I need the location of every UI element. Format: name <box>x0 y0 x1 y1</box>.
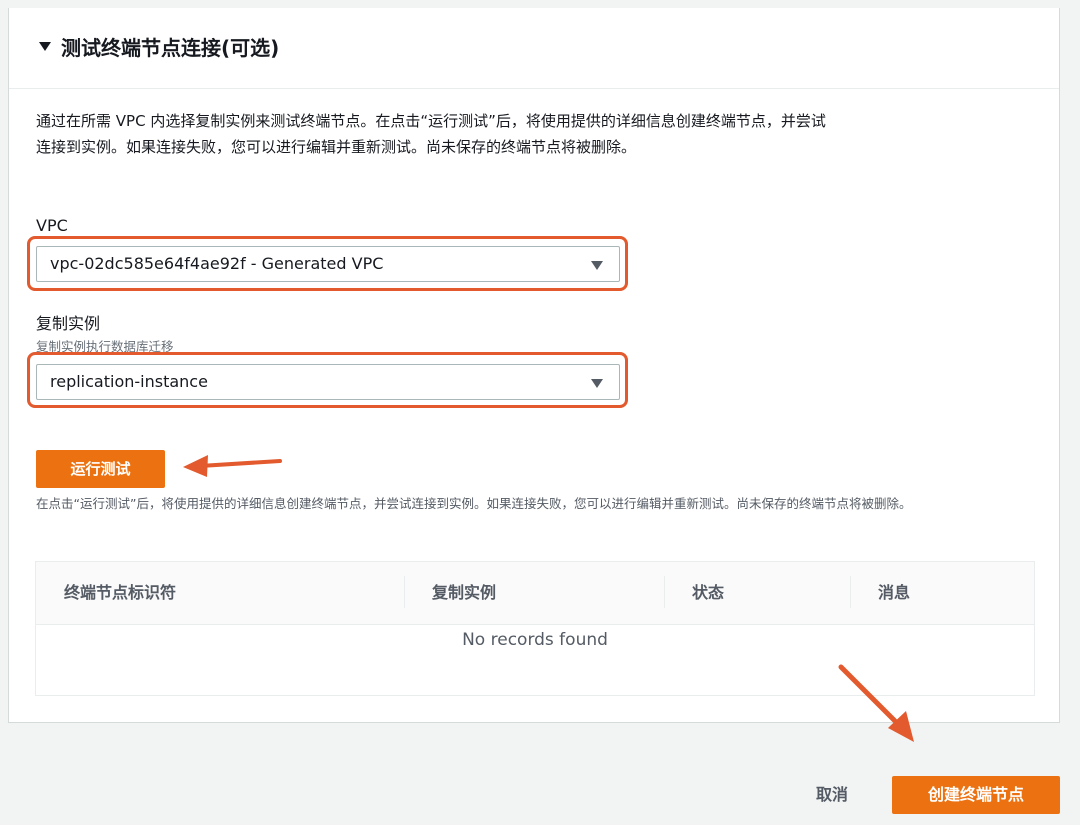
vpc-label: VPC <box>36 216 68 235</box>
column-header-status[interactable]: 状态 <box>692 562 724 624</box>
caret-down-icon <box>591 261 603 270</box>
caret-down-icon[interactable] <box>39 42 51 51</box>
column-divider <box>404 576 405 608</box>
run-test-button[interactable]: 运行测试 <box>36 450 165 488</box>
column-header-message[interactable]: 消息 <box>878 562 910 624</box>
create-endpoint-button[interactable]: 创建终端节点 <box>892 776 1060 814</box>
table-header: 终端节点标识符 复制实例 状态 消息 <box>36 562 1034 625</box>
cancel-button[interactable]: 取消 <box>802 780 862 810</box>
section-description: 通过在所需 VPC 内选择复制实例来测试终端节点。在点击“运行测试”后，将使用提… <box>36 112 826 156</box>
replication-select-value: replication-instance <box>50 372 208 391</box>
panel-title: 测试终端节点连接(可选) <box>61 36 280 60</box>
test-endpoint-panel: 测试终端节点连接(可选) 通过在所需 VPC 内选择复制实例来测试终端节点。在点… <box>8 8 1060 723</box>
panel-header[interactable]: 测试终端节点连接(可选) <box>9 8 1059 89</box>
caret-down-icon <box>591 379 603 388</box>
vpc-select-value: vpc-02dc585e64f4ae92f - Generated VPC <box>50 254 384 273</box>
column-header-replication-instance[interactable]: 复制实例 <box>432 562 496 624</box>
endpoint-table: 终端节点标识符 复制实例 状态 消息 No records found <box>35 561 1035 696</box>
table-empty-message: No records found <box>462 630 608 650</box>
replication-instance-label: 复制实例 <box>36 314 101 333</box>
run-test-note: 在点击“运行测试”后，将使用提供的详细信息创建终端节点，并尝试连接到实例。如果连… <box>36 496 912 511</box>
replication-instance-select[interactable]: replication-instance <box>36 364 620 400</box>
column-divider <box>850 576 851 608</box>
vpc-select[interactable]: vpc-02dc585e64f4ae92f - Generated VPC <box>36 246 620 282</box>
column-divider <box>664 576 665 608</box>
column-header-endpoint-id[interactable]: 终端节点标识符 <box>64 562 176 624</box>
